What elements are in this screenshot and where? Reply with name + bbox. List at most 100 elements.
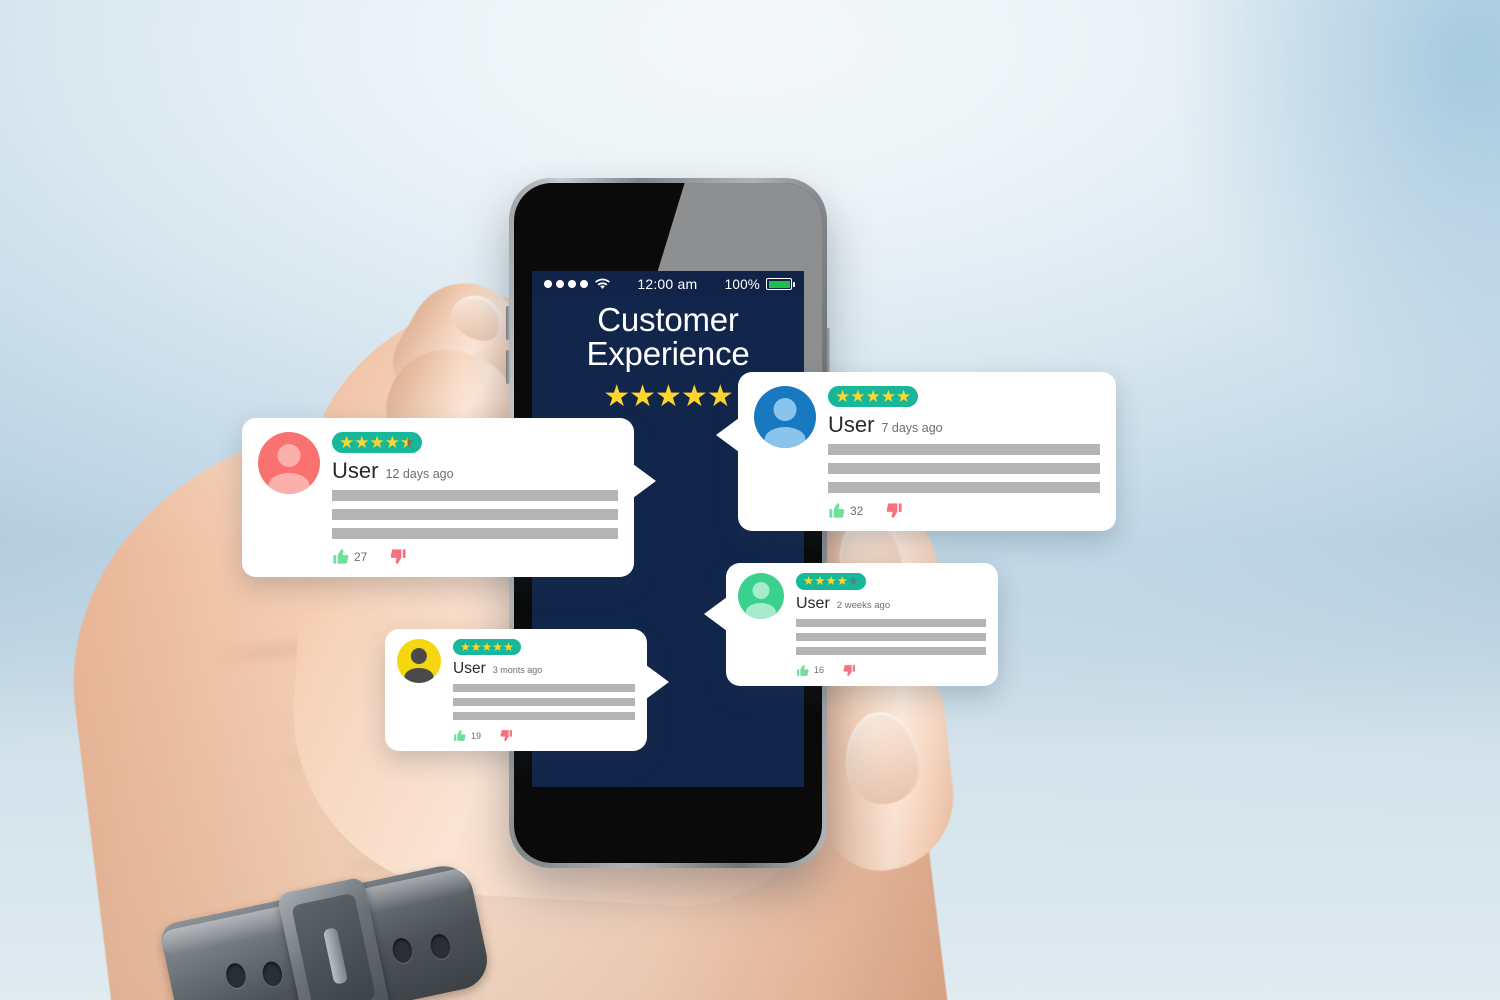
reviewer-name: User [796,594,830,612]
status-bar: 12:00 am 100% [532,271,804,297]
scene-root: 12:00 am 100% Customer Experience ★★★★★ … [0,0,1500,1000]
reviewer-name: User [453,660,486,677]
star-icon: ★ [481,640,493,654]
review-card[interactable]: ★ ★ ★ ★ ★ User 7 days ago 32 [716,372,1116,531]
reviewer-row: User 2 weeks ago [796,595,986,613]
review-timestamp: 12 days ago [385,467,454,481]
avatar[interactable] [754,386,816,448]
wifi-icon [595,278,610,289]
battery-icon [766,278,795,290]
review-text-line [828,482,1100,493]
star-icon: ★ [814,574,826,588]
review-text-line [796,646,986,655]
like-count: 16 [814,665,825,675]
reviewer-name: User [332,458,379,483]
status-bar-time: 12:00 am [637,276,698,292]
review-actions: 19 [453,729,635,742]
thumbs-up-icon[interactable] [828,502,845,519]
battery-percent-label: 100% [724,276,760,292]
signal-dot [580,280,588,288]
battery-fill [768,280,790,288]
review-actions: 32 [828,502,1100,519]
volume-down-button[interactable] [506,350,510,384]
review-text-placeholder [796,618,986,655]
review-text-line [828,444,1100,455]
app-title: Customer Experience [532,303,804,370]
signal-indicator [544,278,610,290]
star-icon: ★ [880,387,896,406]
avatar-body [404,668,434,683]
thumbs-down-icon[interactable] [390,548,407,565]
rating-badge: ★ ★ ★ ★ ★ [828,386,919,407]
reviewer-name: User [828,412,875,437]
star-icon: ★ [896,387,912,406]
review-text-line [453,712,635,720]
rating-badge: ★ ★ ★ ★ ★ [453,639,521,655]
thumbs-down-icon[interactable] [500,729,513,742]
review-timestamp: 3 monts ago [492,665,543,675]
avatar[interactable] [258,432,320,494]
avatar-head [277,444,301,468]
rating-badge: ★ ★ ★ ★ ★ [796,573,867,590]
avatar-head [752,582,770,600]
avatar[interactable] [397,639,441,683]
avatar-body [268,472,310,494]
thumbs-up-icon[interactable] [796,664,809,677]
reviewer-row: User 7 days ago [828,412,1100,438]
review-timestamp: 2 weeks ago [836,599,891,611]
review-text-placeholder [332,490,618,539]
app-title-line1: Customer [597,301,739,338]
reviewer-row: User 12 days ago [332,458,618,484]
review-card-content: ★ ★ ★ ★ ★ User 3 monts ago 19 [385,629,647,751]
thumbs-down-icon[interactable] [843,664,856,677]
star-icon: ★ [503,640,514,654]
avatar-head [773,398,797,422]
review-body: ★ ★ ★ ★ ★ User 7 days ago 32 [828,386,1100,519]
star-icon: ★ [354,433,370,452]
speech-bubble-tail [704,597,727,631]
review-text-line [332,528,618,539]
volume-up-button[interactable] [506,306,510,340]
star-icon: ★ [803,574,815,588]
app-title-line2: Experience [586,334,750,372]
thumbs-down-icon[interactable] [886,502,903,519]
review-text-line [453,698,635,706]
avatar-head [410,647,428,665]
star-icon: ★ [836,574,848,588]
review-text-line [332,509,618,520]
like-count: 32 [850,503,864,518]
reviewer-row: User 3 monts ago [453,660,635,678]
signal-dot [568,280,576,288]
star-icon: ★ [492,640,504,654]
rating-badge: ★ ★ ★ ★ ★ [332,432,423,453]
review-card-content: ★ ★ ★ ★ ★ User 12 days ago 27 [242,418,634,577]
star-icon: ★ [865,387,881,406]
review-card-content: ★ ★ ★ ★ ★ User 7 days ago 32 [738,372,1116,531]
review-text-line [332,490,618,501]
speech-bubble-tail [716,418,739,452]
speech-bubble-tail [646,665,669,699]
review-text-line [453,684,635,692]
thumbs-up-icon[interactable] [453,729,466,742]
signal-dot [544,280,552,288]
review-card[interactable]: ★ ★ ★ ★ ★ User 2 weeks ago 16 [704,563,998,686]
star-icon: ★ [470,640,482,654]
review-text-line [828,463,1100,474]
star-icon: ★ [850,387,866,406]
review-card[interactable]: ★ ★ ★ ★ ★ User 12 days ago 27 [242,418,656,577]
star-icon: ★ [384,433,400,452]
review-card[interactable]: ★ ★ ★ ★ ★ User 3 monts ago 19 [385,629,669,751]
review-body: ★ ★ ★ ★ ★ User 2 weeks ago 16 [796,573,986,677]
review-text-placeholder [453,684,635,720]
review-text-line [796,618,986,627]
thumbs-up-icon[interactable] [332,548,349,565]
signal-dot [556,280,564,288]
avatar[interactable] [738,573,784,619]
battery-indicator: 100% [724,276,795,292]
star-icon: ★ [460,640,471,654]
star-icon: ★ [369,433,385,452]
review-card-content: ★ ★ ★ ★ ★ User 2 weeks ago 16 [726,563,998,686]
star-icon: ★ [825,574,837,588]
review-text-placeholder [828,444,1100,493]
star-icon-empty: ★ [847,574,860,588]
